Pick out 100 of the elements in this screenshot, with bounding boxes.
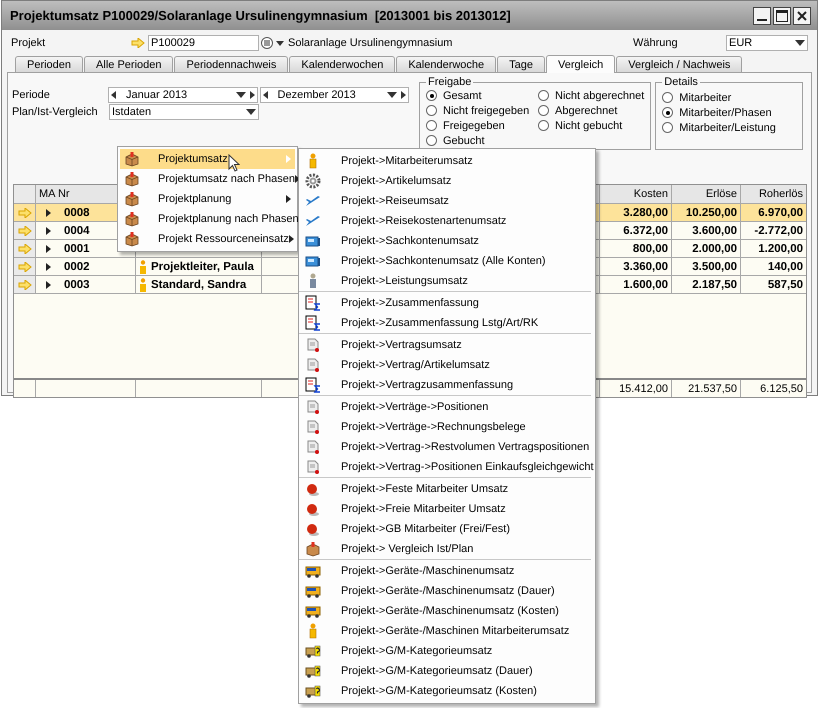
radio-option[interactable]: Nicht abgerechnet xyxy=(538,88,644,103)
column-header[interactable]: Erlöse xyxy=(672,185,741,203)
table-cell-text: 140,00 xyxy=(766,260,804,274)
table-cell-text: -2.772,00 xyxy=(753,224,804,238)
document-icon xyxy=(305,357,321,373)
menu-item[interactable]: Projekt->Vertrag->Restvolumen Vertragspositionen xyxy=(299,437,595,457)
period-from-field[interactable]: Januar 2013 xyxy=(108,87,258,103)
box-icon xyxy=(124,231,140,247)
menu-item[interactable]: Projekt->Reisekostenartenumsatz xyxy=(299,211,595,231)
menu-item[interactable]: Projekt->Sachkontenumsatz xyxy=(299,231,595,251)
column-header[interactable]: Roherlös xyxy=(741,185,806,203)
menu-item[interactable]: Projekt->G/M-Kategorieumsatz (Dauer) xyxy=(299,661,595,681)
table-cell: 0004 xyxy=(64,224,90,236)
menu-item[interactable]: Projekt->Vertrag/Artikelumsatz xyxy=(299,355,595,375)
sum-document-icon xyxy=(305,377,321,393)
list-icon[interactable] xyxy=(261,37,273,49)
field-label: Periode xyxy=(12,89,51,101)
menu-item[interactable]: Projekt->Leistungsumsatz xyxy=(299,271,595,291)
ball-icon xyxy=(305,501,321,517)
menu-item[interactable]: Projekt->Geräte-/Maschinenumsatz (Dauer) xyxy=(299,581,595,601)
menu-item[interactable]: Projekt->Verträge->Rechnungsbelege xyxy=(299,417,595,437)
menu-item[interactable]: Projekt->Vertrag->Positionen Einkaufsgleichgewicht xyxy=(299,457,595,477)
document-icon xyxy=(305,419,321,435)
gear-icon xyxy=(305,173,321,189)
menu-item[interactable]: Projekt->Geräte-/Maschinen Mitarbeiterumsatz xyxy=(299,621,595,641)
table-cell: 1.600,00 xyxy=(600,276,672,293)
menu-item[interactable]: Projekt->GB Mitarbeiter (Frei/Fest) xyxy=(299,519,595,539)
truck-question-icon xyxy=(305,683,321,699)
menu-item[interactable]: Projekt->Freie Mitarbeiter Umsatz xyxy=(299,499,595,519)
table-cell: 10.250,00 xyxy=(672,204,741,221)
table-cell-text: 587,50 xyxy=(766,278,804,292)
minimize-button[interactable] xyxy=(753,6,771,24)
box-icon xyxy=(124,151,140,167)
person-icon xyxy=(139,260,147,274)
menu-item[interactable]: Projekt->Geräte-/Maschinenumsatz xyxy=(299,561,595,581)
table-cell: Projektleiter, Paula xyxy=(151,260,254,272)
period-to-field[interactable]: Dezember 2013 xyxy=(260,87,410,103)
radio-option[interactable]: Nicht freigegeben xyxy=(426,103,530,118)
tab[interactable]: Kalenderwoche xyxy=(396,56,496,72)
radio-option[interactable]: Mitarbeiter xyxy=(662,90,796,105)
tab[interactable]: Periodennachweis xyxy=(174,56,288,72)
table-cell: 0002 xyxy=(64,260,90,272)
menu-item[interactable]: Projekt->Artikelumsatz xyxy=(299,171,595,191)
column-header[interactable]: Kosten xyxy=(600,185,672,203)
close-button[interactable] xyxy=(793,6,811,24)
expand-icon[interactable] xyxy=(46,226,51,234)
menu-item[interactable]: Projekt->G/M-Kategorieumsatz (Kosten) xyxy=(299,681,595,701)
box-icon xyxy=(305,541,321,557)
menu-item[interactable]: Projekt->Zusammenfassung Lstg/Art/RK xyxy=(299,313,595,333)
table-cell: 3.280,00 xyxy=(600,204,672,221)
menu-item[interactable]: Projekt Ressourceneinsatz xyxy=(120,229,295,249)
document-icon xyxy=(305,439,321,455)
menu-item[interactable]: Projekt->Reiseumsatz xyxy=(299,191,595,211)
tab[interactable]: Kalenderwochen xyxy=(289,56,396,72)
maximize-button[interactable] xyxy=(773,6,791,24)
plan-select[interactable]: Istdaten xyxy=(109,104,259,120)
table-cell: 6.372,00 xyxy=(600,222,672,239)
tab[interactable]: Vergleich / Nachweis xyxy=(616,56,742,72)
radio-option[interactable]: Freigegeben xyxy=(426,118,505,133)
menu-item[interactable]: Projekt->Zusammenfassung xyxy=(299,293,595,313)
close-icon xyxy=(797,10,807,20)
table-cell-text: 1.200,00 xyxy=(757,242,804,256)
radio-option[interactable]: Abgerechnet xyxy=(538,103,618,118)
expand-icon[interactable] xyxy=(46,262,51,270)
menu-item[interactable]: Projekt->Mitarbeiterumsatz xyxy=(299,151,595,171)
project-field[interactable]: P100029 xyxy=(148,35,259,51)
menu-item[interactable]: Projekt->G/M-Kategorieumsatz xyxy=(299,641,595,661)
sum-document-icon xyxy=(305,315,321,331)
menu-item[interactable]: Projekt->Geräte-/Maschinenumsatz (Kosten) xyxy=(299,601,595,621)
table-cell: 3.500,00 xyxy=(672,258,741,275)
expand-icon[interactable] xyxy=(46,208,51,216)
radio-option[interactable]: Mitarbeiter/Leistung xyxy=(662,120,796,135)
radio-option[interactable]: Nicht gebucht xyxy=(538,118,622,133)
expand-icon[interactable] xyxy=(46,280,51,288)
project-name: Solaranlage Ursulinengymnasium xyxy=(288,37,452,49)
radio-option[interactable]: Mitarbeiter/Phasen xyxy=(662,105,796,120)
table-cell: 800,00 xyxy=(600,240,672,257)
field-label: Währung xyxy=(633,37,679,49)
menu-item[interactable]: Projekt->Vertragsumsatz xyxy=(299,335,595,355)
menu-item[interactable]: Projekt->Sachkontenumsatz (Alle Konten) xyxy=(299,251,595,271)
expand-icon[interactable] xyxy=(46,244,51,252)
radio-option[interactable]: Gesamt xyxy=(426,88,482,103)
tab[interactable]: Vergleich xyxy=(546,55,616,73)
tab[interactable]: Perioden xyxy=(15,56,84,72)
radio-option[interactable]: Gebucht xyxy=(426,133,485,148)
total-cell: 21.537,50 xyxy=(672,380,741,397)
dropdown-arrow-icon[interactable] xyxy=(276,40,284,46)
menu-item[interactable]: Projekt->Verträge->Positionen xyxy=(299,397,595,417)
field-label: Projekt xyxy=(11,37,46,49)
table-cell: 2.000,00 xyxy=(672,240,741,257)
window-title: Projektumsatz P100029/Solaranlage Ursulinengymnasium [2013001 bis 2013012] xyxy=(10,8,512,23)
menu-item[interactable]: Projekt->Feste Mitarbeiter Umsatz xyxy=(299,479,595,499)
menu-item[interactable]: Projektumsatz xyxy=(120,149,295,169)
menu-item[interactable]: Projekt-> Vergleich Ist/Plan xyxy=(299,539,595,559)
sum-document-icon xyxy=(305,295,321,311)
tab[interactable]: Tage xyxy=(497,56,546,72)
group-title: Details xyxy=(663,76,699,88)
tab[interactable]: Alle Perioden xyxy=(84,56,174,72)
menu-item[interactable]: Projekt->Vertragzusammenfassung xyxy=(299,375,595,395)
currency-select[interactable]: EUR xyxy=(726,35,808,51)
